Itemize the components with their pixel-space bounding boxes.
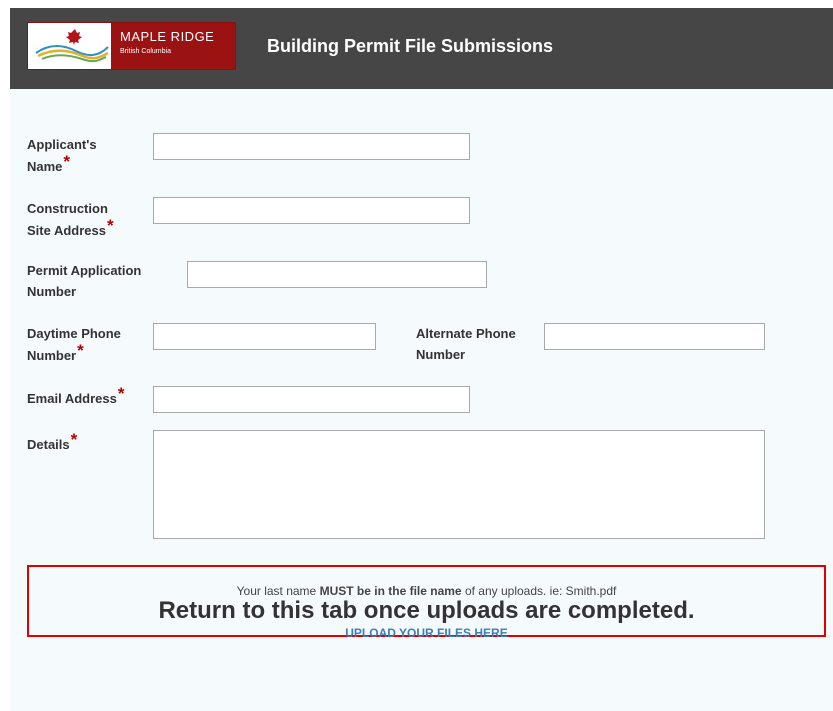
details-textarea[interactable] — [153, 430, 765, 539]
alternate-phone-label-line1: Alternate Phone — [416, 326, 516, 341]
logo-subtitle: British Columbia — [120, 48, 171, 55]
upload-files-link[interactable]: UPLOAD YOUR FILES HERE — [345, 626, 507, 640]
details-label-text: Details — [27, 437, 70, 452]
required-marker: * — [107, 216, 114, 235]
permit-number-label-line1: Permit Application — [27, 263, 142, 278]
alternate-phone-label: Alternate Phone Number — [416, 323, 546, 365]
daytime-phone-label-line2: Number — [27, 348, 77, 363]
logo-text: MAPLE RIDGE British Columbia — [111, 23, 235, 69]
applicant-name-input[interactable] — [153, 133, 470, 160]
page-title: Building Permit File Submissions — [267, 36, 554, 56]
required-marker: * — [117, 384, 125, 403]
maple-ridge-logo[interactable]: MAPLE RIDGE British Columbia — [27, 22, 236, 70]
site-address-label-line1: Construction — [27, 201, 108, 216]
permit-number-label: Permit Application Number — [27, 260, 187, 302]
required-marker: * — [70, 430, 78, 449]
site-address-label: Construction Site Address* — [27, 198, 147, 241]
required-marker: * — [63, 152, 71, 171]
filename-instruction-pre: Your last name — [236, 584, 320, 598]
upload-notice: Your last name MUST be in the file name … — [27, 565, 826, 640]
daytime-phone-label-line1: Daytime Phone — [27, 326, 121, 341]
applicant-name-label-line2: Name — [27, 159, 63, 174]
email-label: Email Address* — [27, 384, 157, 409]
page-header: MAPLE RIDGE British Columbia Building Pe… — [10, 8, 833, 89]
filename-instruction: Your last name MUST be in the file name … — [29, 584, 824, 598]
maple-leaf-wave-icon — [28, 23, 111, 69]
daytime-phone-label: Daytime Phone Number* — [27, 323, 147, 366]
site-address-label-line2: Site Address — [27, 223, 106, 238]
email-label-text: Email Address — [27, 391, 117, 406]
return-headline: Return to this tab once uploads are comp… — [158, 597, 695, 624]
submission-form: Applicant's Name* Construction Site Addr… — [10, 89, 833, 711]
applicant-name-label-line1: Applicant's — [27, 137, 97, 152]
logo-name: MAPLE RIDGE — [120, 29, 215, 44]
site-address-input[interactable] — [153, 197, 470, 224]
alternate-phone-label-line2: Number — [416, 347, 466, 362]
permit-number-label-line2: Number — [27, 284, 77, 299]
email-input[interactable] — [153, 386, 470, 413]
required-marker: * — [77, 341, 84, 360]
filename-instruction-bold: MUST be in the file name — [319, 584, 462, 598]
details-label: Details* — [27, 430, 127, 455]
daytime-phone-input[interactable] — [153, 323, 376, 350]
filename-instruction-post: of any uploads. ie: Smith.pdf — [461, 584, 617, 598]
permit-number-input[interactable] — [187, 261, 487, 288]
applicant-name-label: Applicant's Name* — [27, 134, 137, 177]
alternate-phone-input[interactable] — [544, 323, 765, 350]
